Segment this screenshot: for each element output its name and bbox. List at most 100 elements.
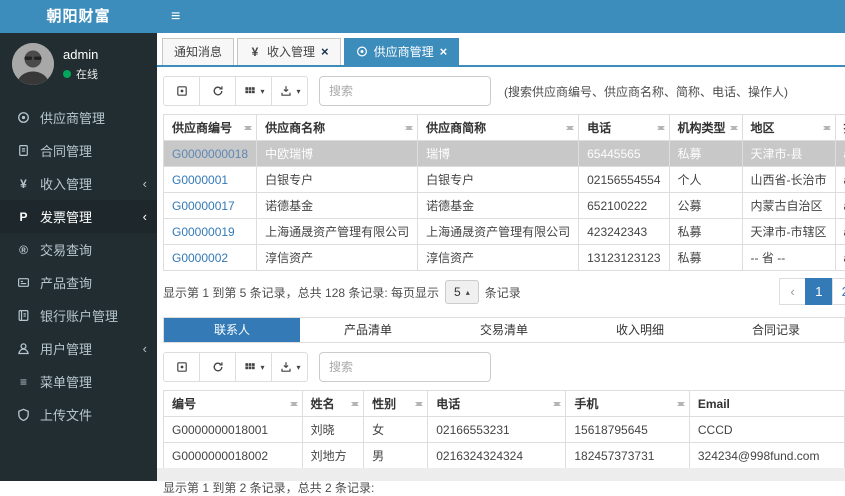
tab-supplier[interactable]: 供应商管理× [344, 38, 460, 65]
column-header[interactable]: 供应商名称 [257, 115, 418, 141]
row-link-cell[interactable]: G00000017 [164, 193, 257, 219]
column-header[interactable]: 机构类型 [669, 115, 742, 141]
cell: 天津市-市辖区 [742, 219, 835, 245]
sidebar-item-upload[interactable]: 上传文件 [0, 398, 157, 431]
sort-arrows-icon[interactable] [351, 397, 359, 411]
caret-down-icon: ▾ [260, 87, 264, 96]
supplier-table: 供应商编号供应商名称供应商简称电话机构类型地区操作人G0000000018中欧瑞… [163, 114, 845, 271]
detail-tab-contacts[interactable]: 联系人 [164, 318, 300, 342]
sidebar-item-contract[interactable]: 合同管理 [0, 134, 157, 167]
page-size-button[interactable]: 5 ▴ [445, 280, 479, 304]
column-header[interactable]: 电话 [579, 115, 669, 141]
cell: 男 [364, 443, 428, 469]
column-header[interactable]: 性别 [364, 391, 428, 417]
table-row[interactable]: G00000019上海通晟资产管理有限公司上海通晟资产管理有限公司4232423… [164, 219, 845, 245]
top-navbar: ≡ [157, 0, 845, 33]
column-header[interactable]: 姓名 [302, 391, 364, 417]
column-header-label: 供应商编号 [172, 121, 232, 135]
sidebar-item-trade-query[interactable]: ®交易查询 [0, 233, 157, 266]
column-header-label: 姓名 [311, 397, 335, 411]
toggle-button[interactable] [163, 352, 200, 382]
row-link-cell[interactable]: G0000001 [164, 167, 257, 193]
export-button[interactable]: ▾ [271, 76, 308, 106]
column-header[interactable]: 电话 [428, 391, 566, 417]
sort-arrows-icon[interactable] [566, 121, 574, 135]
tab-label: 通知消息 [174, 43, 222, 60]
cell: 324234@998fund.com [689, 443, 844, 469]
refresh-button[interactable] [199, 352, 236, 382]
cell: 13123123123 [579, 245, 669, 271]
cell: 182457373731 [566, 443, 690, 469]
table-row[interactable]: G0000002淳信资产淳信资产13123123123私募-- 省 --admi… [164, 245, 845, 271]
detail-tab-trades[interactable]: 交易清单 [436, 318, 572, 342]
cell: 02156554554 [579, 167, 669, 193]
row-link-cell[interactable]: G00000019 [164, 219, 257, 245]
column-header[interactable]: 手机 [566, 391, 690, 417]
sidebar-item-bank-account[interactable]: 银行账户管理 [0, 299, 157, 332]
sidebar-item-product-query[interactable]: 产品查询 [0, 266, 157, 299]
user-status: 在线 [76, 66, 98, 82]
page-button-page-2[interactable]: 2 [832, 278, 845, 305]
sidebar-item-supplier[interactable]: 供应商管理 [0, 101, 157, 134]
detail-tab-products[interactable]: 产品清单 [300, 318, 436, 342]
table-row[interactable]: G0000000018中欧瑞博瑞博65445565私募天津市-县admin [164, 141, 845, 167]
sort-arrows-icon[interactable] [553, 397, 561, 411]
sort-arrows-icon[interactable] [244, 121, 252, 135]
sort-arrows-icon[interactable] [677, 397, 685, 411]
column-header[interactable]: 供应商简称 [418, 115, 579, 141]
page-button-prev[interactable]: ‹ [779, 278, 806, 305]
refresh-button[interactable] [199, 76, 236, 106]
row-link-cell[interactable]: G0000000018 [164, 141, 257, 167]
sidebar-item-label: 用户管理 [40, 339, 92, 358]
toggle-button[interactable] [163, 76, 200, 106]
supplier-search-input[interactable] [319, 76, 491, 106]
cell: 中欧瑞博 [257, 141, 418, 167]
cell: 白银专户 [257, 167, 418, 193]
sidebar-item-invoice[interactable]: P发票管理‹ [0, 200, 157, 233]
sidebar-item-income[interactable]: ¥收入管理‹ [0, 167, 157, 200]
row-link-cell[interactable]: G0000002 [164, 245, 257, 271]
column-header[interactable]: Email [689, 391, 844, 417]
sidebar-item-label: 交易查询 [40, 240, 92, 259]
close-icon[interactable]: × [440, 47, 448, 57]
detail-tab-strip: 联系人产品清单交易清单收入明细合同记录 [163, 317, 845, 343]
main-header: 朝阳财富 ≡ [0, 0, 845, 33]
cell: 白银专户 [418, 167, 579, 193]
column-header[interactable]: 操作人 [835, 115, 845, 141]
sort-arrows-icon[interactable] [730, 121, 738, 135]
cell: 15618795645 [566, 417, 690, 443]
column-header[interactable]: 地区 [742, 115, 835, 141]
column-header-label: 编号 [172, 397, 196, 411]
table-row[interactable]: G0000001白银专户白银专户02156554554个人山西省-长治市admi… [164, 167, 845, 193]
contact-pagination-info: 显示第 1 到第 2 条记录，总共 2 条记录: [163, 479, 845, 496]
bank-icon [16, 309, 31, 323]
refresh-icon [210, 84, 225, 98]
columns-icon [242, 360, 257, 374]
detail-tab-contracts[interactable]: 合同记录 [708, 318, 844, 342]
hamburger-icon[interactable]: ≡ [157, 0, 194, 33]
sidebar-item-menu-mgmt[interactable]: ≡菜单管理 [0, 365, 157, 398]
column-header[interactable]: 编号 [164, 391, 303, 417]
export-button[interactable]: ▾ [271, 352, 308, 382]
sort-arrows-icon[interactable] [657, 121, 665, 135]
contact-search-input[interactable] [319, 352, 491, 382]
sort-arrows-icon[interactable] [823, 121, 831, 135]
page-button-page-1[interactable]: 1 [805, 278, 832, 305]
columns-button[interactable]: ▾ [235, 76, 272, 106]
column-header[interactable]: 供应商编号 [164, 115, 257, 141]
tab-income[interactable]: ¥收入管理× [237, 38, 341, 65]
contract-icon [16, 144, 31, 158]
cell: 上海通晟资产管理有限公司 [418, 219, 579, 245]
sort-arrows-icon[interactable] [405, 121, 413, 135]
table-row[interactable]: G0000000018002刘地方男0216324324324182457373… [164, 443, 845, 469]
table-row[interactable]: G00000017诺德基金诺德基金652100222公募内蒙古自治区admin [164, 193, 845, 219]
table-row[interactable]: G0000000018001刘晓女0216655323115618795645C… [164, 417, 845, 443]
detail-tab-income[interactable]: 收入明细 [572, 318, 708, 342]
sidebar-item-user-mgmt[interactable]: 用户管理‹ [0, 332, 157, 365]
tab-notice[interactable]: 通知消息 [162, 38, 234, 65]
close-icon[interactable]: × [321, 47, 329, 57]
sort-arrows-icon[interactable] [290, 397, 298, 411]
columns-button[interactable]: ▾ [235, 352, 272, 382]
cell: admin [835, 167, 845, 193]
sort-arrows-icon[interactable] [415, 397, 423, 411]
